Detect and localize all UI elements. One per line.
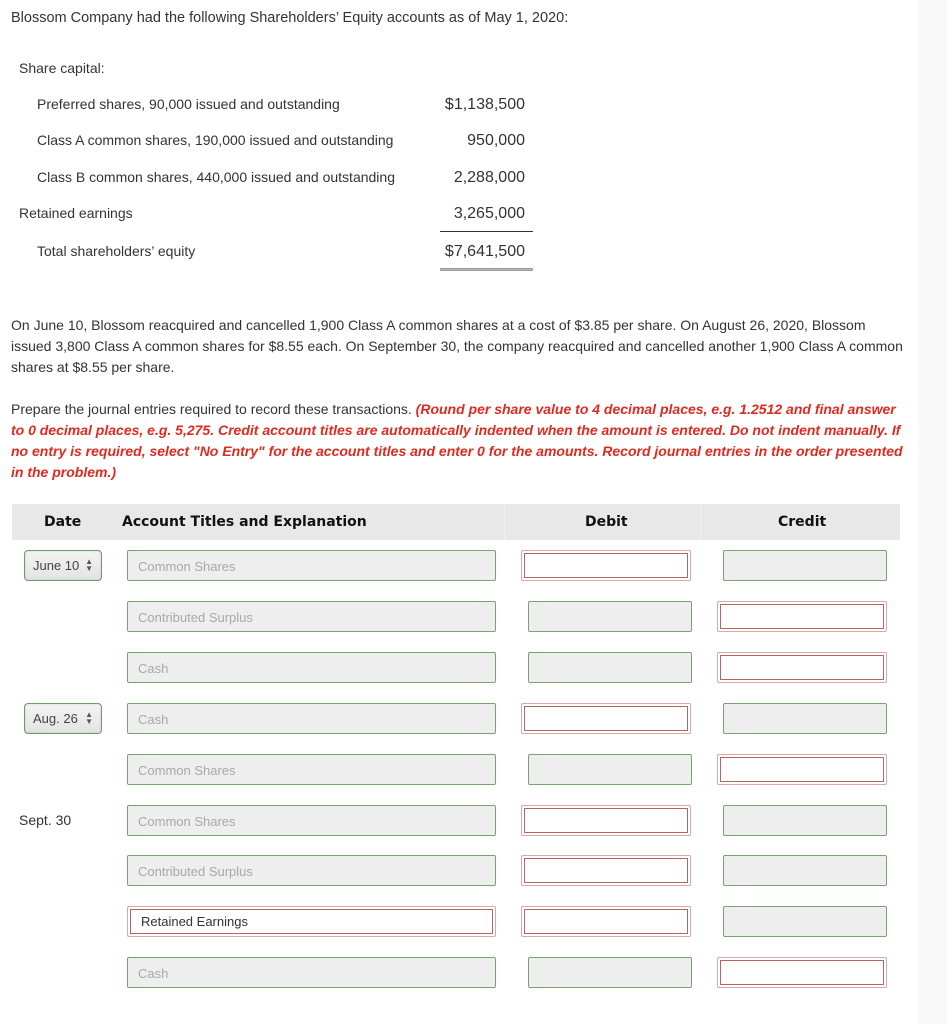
credit-amount-field[interactable] (723, 805, 887, 836)
credit-amount-field[interactable] (717, 601, 887, 632)
share-capital-label: Share capital: (19, 60, 105, 76)
header-account: Account Titles and Explanation (122, 514, 367, 530)
account-title-field[interactable]: Retained Earnings (127, 906, 496, 937)
equity-amount-class-a: 950,000 (467, 132, 525, 149)
date-select-value: June 10 (33, 558, 80, 573)
credit-amount-field[interactable] (717, 652, 887, 683)
header-date: Date (44, 514, 82, 530)
debit-amount-field[interactable] (521, 906, 691, 937)
header-debit: Debit (585, 514, 628, 530)
debit-amount-field[interactable] (528, 601, 692, 632)
select-arrows-icon: ▲ ▼ (85, 710, 93, 726)
credit-amount-field[interactable] (723, 703, 887, 734)
date-select[interactable]: June 10 ▲ ▼ (24, 550, 102, 581)
account-title-field[interactable]: Contributed Surplus (127, 601, 496, 632)
date-select[interactable]: Aug. 26 ▲ ▼ (24, 703, 102, 734)
credit-amount-field[interactable] (723, 550, 887, 581)
date-select-value: Aug. 26 (33, 711, 78, 726)
subtotal-rule (440, 231, 533, 232)
select-arrows-icon: ▲ ▼ (85, 557, 93, 573)
equity-amount-preferred: $1,138,500 (444, 96, 525, 113)
equity-line-retained: Retained earnings (19, 205, 133, 221)
right-margin-strip (918, 0, 947, 1024)
account-title-field[interactable]: Cash (127, 652, 496, 683)
equity-line-class-b: Class B common shares, 440,000 issued an… (37, 169, 395, 185)
instructions-text: Prepare the journal entries required to … (11, 401, 903, 480)
journal-table-header: Date Account Titles and Explanation Debi… (12, 504, 900, 540)
equity-amount-class-b: 2,288,000 (453, 169, 525, 186)
date-label: Sept. 30 (19, 812, 72, 828)
credit-amount-field[interactable] (723, 906, 887, 937)
debit-amount-field[interactable] (528, 652, 692, 683)
account-title-field[interactable]: Cash (127, 957, 496, 988)
account-title-field[interactable]: Common Shares (127, 805, 496, 836)
debit-amount-field[interactable] (521, 703, 691, 734)
debit-amount-field[interactable] (521, 855, 691, 886)
account-title-field[interactable]: Common Shares (127, 550, 496, 581)
credit-amount-field[interactable] (717, 957, 887, 988)
account-title-field[interactable]: Common Shares (127, 754, 496, 785)
credit-amount-field[interactable] (723, 855, 887, 886)
account-title-field[interactable]: Cash (127, 703, 496, 734)
scenario-text: On June 10, Blossom reacquired and cance… (11, 317, 903, 375)
equity-line-total: Total shareholders’ equity (37, 243, 196, 259)
debit-amount-field[interactable] (528, 754, 692, 785)
intro-text: Blossom Company had the following Shareh… (11, 10, 569, 26)
equity-line-class-a: Class A common shares, 190,000 issued an… (37, 132, 394, 148)
debit-amount-field[interactable] (521, 550, 691, 581)
header-credit: Credit (778, 514, 827, 530)
equity-amount-total: $7,641,500 (444, 243, 525, 260)
total-double-rule (440, 268, 533, 271)
equity-line-preferred: Preferred shares, 90,000 issued and outs… (37, 96, 340, 112)
debit-amount-field[interactable] (528, 957, 692, 988)
credit-amount-field[interactable] (717, 754, 887, 785)
account-title-field[interactable]: Contributed Surplus (127, 855, 496, 886)
equity-amount-retained: 3,265,000 (453, 205, 525, 222)
debit-amount-field[interactable] (521, 805, 691, 836)
